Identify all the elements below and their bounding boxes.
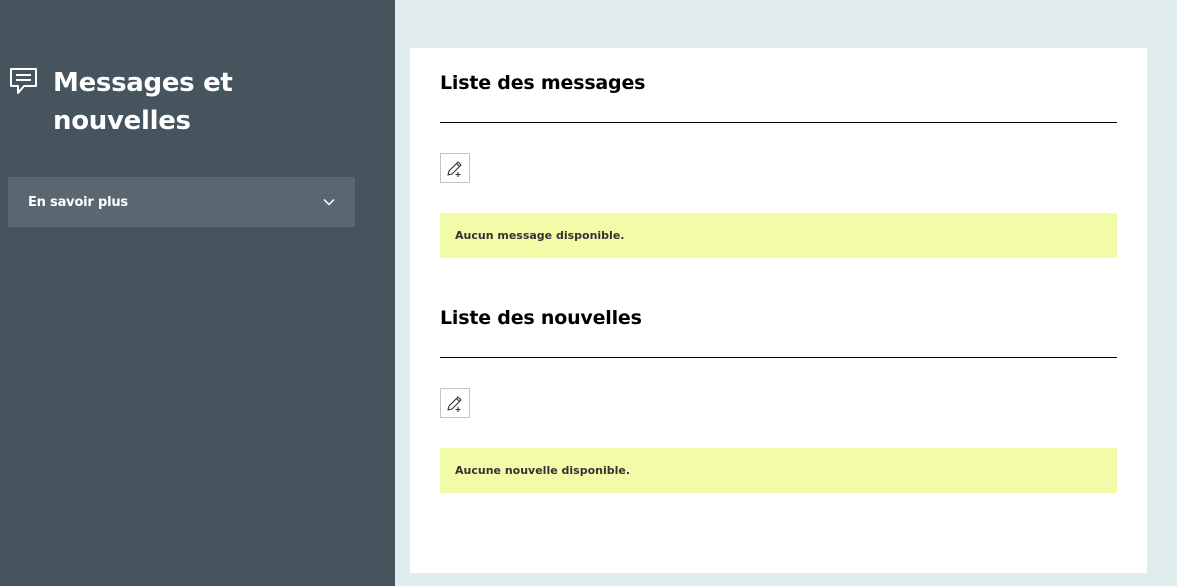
sidebar: Messages et nouvelles En savoir plus	[0, 0, 395, 586]
news-section-title: Liste des nouvelles	[440, 307, 642, 329]
chevron-down-icon	[323, 198, 335, 206]
add-news-button[interactable]	[440, 388, 470, 418]
main-panel: Liste des messages Aucun message disponi…	[410, 48, 1147, 573]
news-divider	[440, 357, 1117, 358]
messages-empty-notice: Aucun message disponible.	[440, 213, 1117, 258]
news-empty-notice: Aucune nouvelle disponible.	[440, 448, 1117, 493]
chat-bubble-icon	[10, 68, 37, 94]
messages-divider	[440, 122, 1117, 123]
learn-more-accordion[interactable]: En savoir plus	[8, 177, 355, 227]
messages-section-title: Liste des messages	[440, 72, 646, 94]
accordion-label: En savoir plus	[28, 194, 128, 210]
sidebar-header: Messages et nouvelles	[8, 64, 273, 140]
pencil-add-icon	[447, 396, 462, 412]
pencil-add-icon	[447, 161, 462, 177]
page-title: Messages et nouvelles	[53, 68, 233, 136]
add-message-button[interactable]	[440, 153, 470, 183]
